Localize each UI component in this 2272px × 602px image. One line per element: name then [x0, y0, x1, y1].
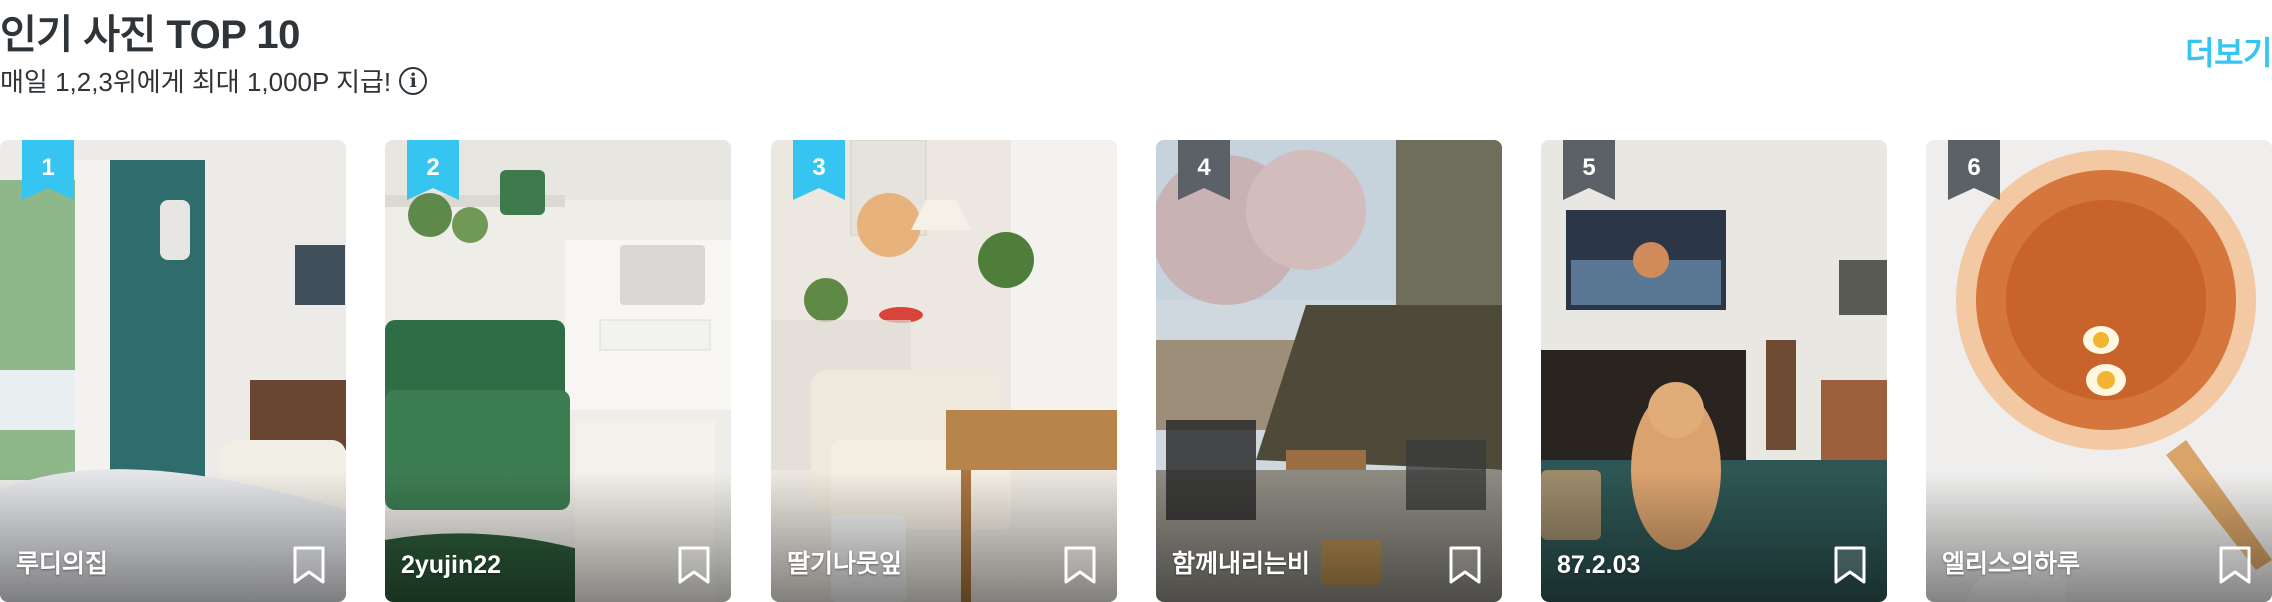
photo-card[interactable]: 6 엘리스의하루 — [1926, 140, 2272, 602]
bookmark-icon[interactable] — [677, 546, 711, 584]
username[interactable]: 2yujin22 — [401, 551, 501, 580]
bookmark-icon[interactable] — [1063, 546, 1097, 584]
photo-card[interactable]: 3 딸기나뭇잎 — [771, 140, 1117, 602]
bookmark-icon[interactable] — [2218, 546, 2252, 584]
subtitle-text: 매일 1,2,3위에게 최대 1,000P 지급! — [0, 67, 392, 97]
more-link[interactable]: 더보기 — [2185, 28, 2272, 74]
section-subtitle: 매일 1,2,3위에게 최대 1,000P 지급! i — [0, 62, 428, 99]
section-title: 인기 사진 TOP 10 — [0, 13, 300, 57]
bookmark-icon[interactable] — [1448, 546, 1482, 584]
bookmark-icon[interactable] — [292, 546, 326, 584]
photo-card[interactable]: 2 2yujin22 — [385, 140, 731, 602]
username[interactable]: 함께내리는비 — [1172, 544, 1310, 580]
username[interactable]: 딸기나뭇잎 — [787, 544, 902, 580]
username[interactable]: 87.2.03 — [1557, 551, 1640, 580]
bookmark-icon[interactable] — [1833, 546, 1867, 584]
info-icon[interactable]: i — [399, 66, 428, 95]
photo-card-list: 1 루디의집 2 2yujin22 3 딸기나뭇잎 4 함께내리는비 5 87.… — [0, 140, 2272, 602]
username[interactable]: 루디의집 — [16, 544, 108, 580]
photo-card[interactable]: 1 루디의집 — [0, 140, 346, 602]
photo-card[interactable]: 5 87.2.03 — [1541, 140, 1887, 602]
photo-card[interactable]: 4 함께내리는비 — [1156, 140, 1502, 602]
username[interactable]: 엘리스의하루 — [1942, 544, 2080, 580]
